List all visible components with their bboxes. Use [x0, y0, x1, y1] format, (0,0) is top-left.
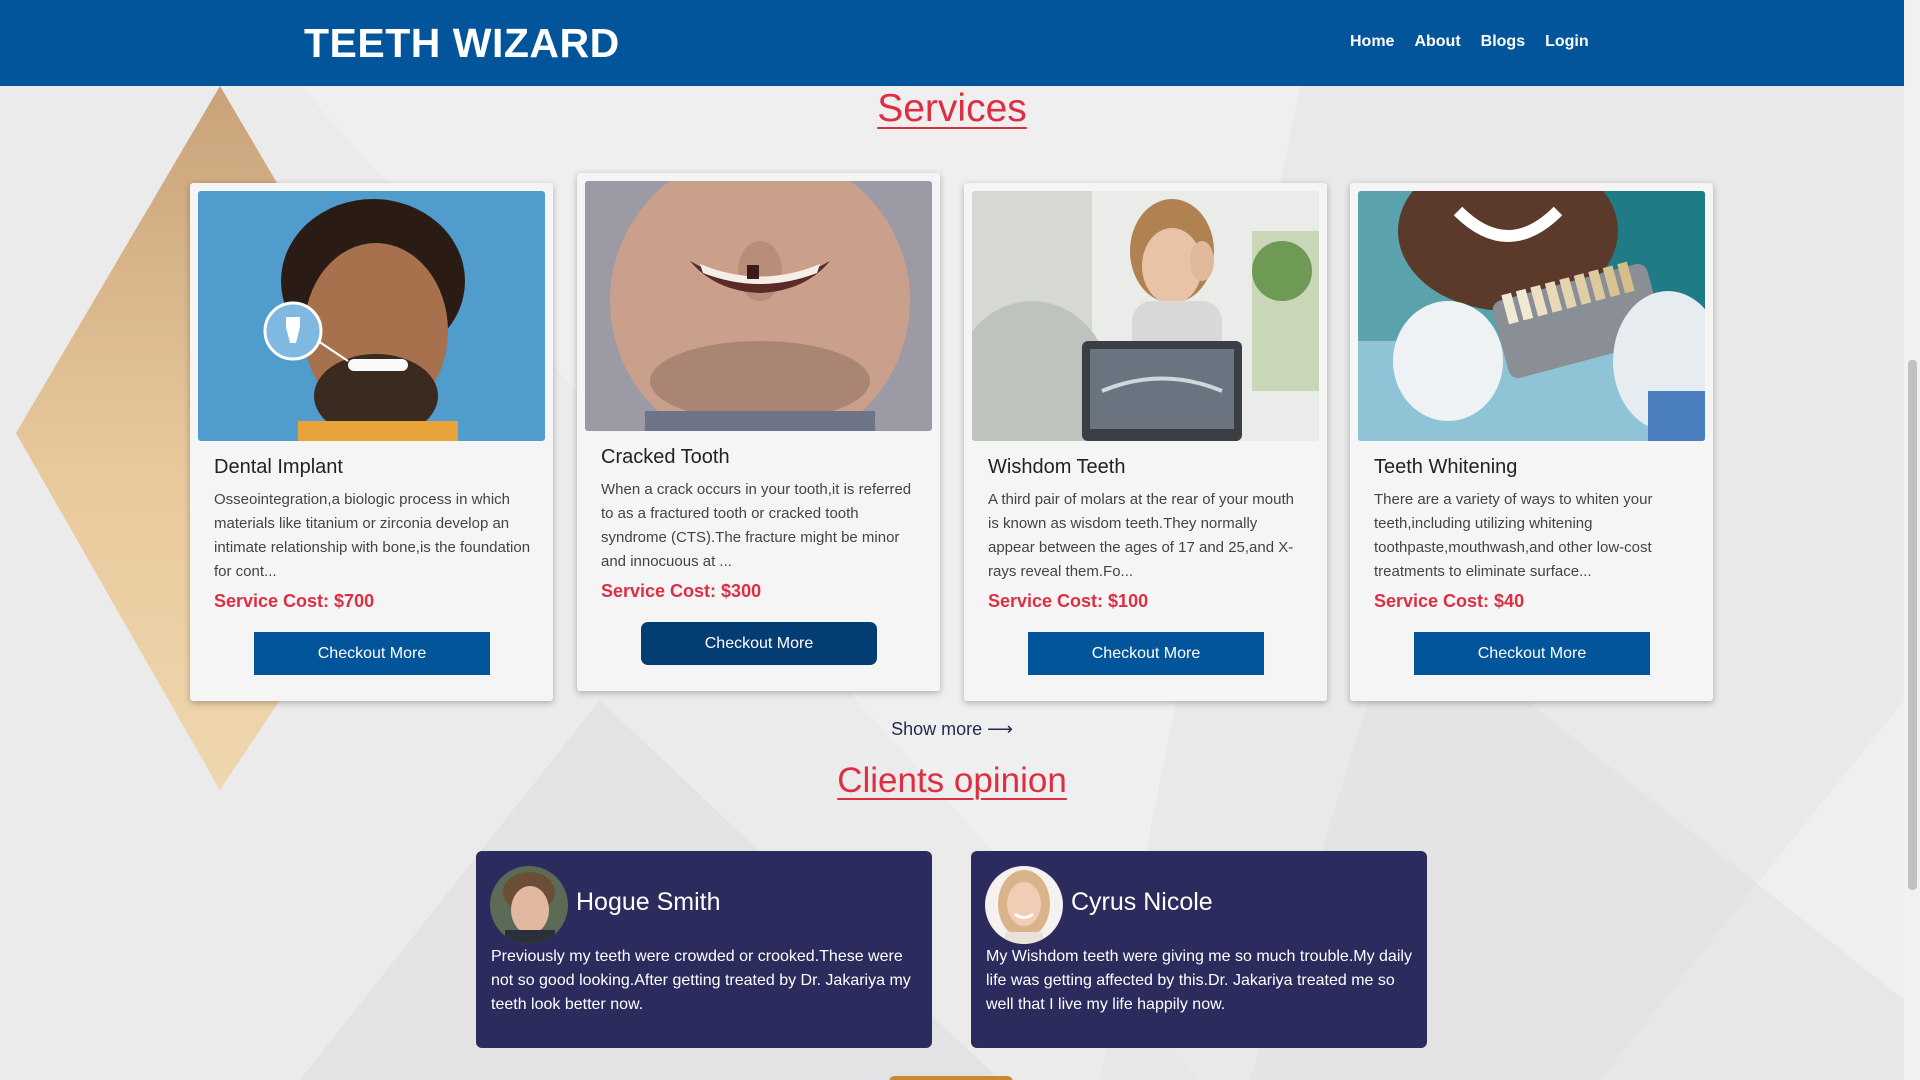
checkout-more-button[interactable]: Checkout More [1028, 632, 1264, 675]
clients-opinion-title: Clients opinion [837, 761, 1067, 800]
card-title: Teeth Whitening [1374, 456, 1518, 478]
client-opinion-card: Hogue Smith Previously my teeth were cro… [476, 851, 932, 1048]
partial-button[interactable] [889, 1076, 1013, 1080]
checkout-more-button[interactable]: Checkout More [254, 632, 490, 675]
card-description: Osseointegration,a biologic process in w… [214, 491, 531, 580]
nav-login[interactable]: Login [1545, 33, 1589, 51]
service-card-wishdom-teeth: Wishdom Teeth A third pair of molars at … [964, 183, 1327, 701]
card-cost: Service Cost: $700 [214, 591, 375, 611]
card-cost: Service Cost: $300 [601, 581, 762, 601]
card-description: A third pair of molars at the rear of yo… [988, 491, 1294, 580]
cracked-tooth-image [585, 181, 932, 431]
checkout-more-button[interactable]: Checkout More [641, 622, 877, 665]
show-more-link[interactable]: Show more ⟶ [0, 719, 1904, 740]
card-cost: Service Cost: $100 [988, 591, 1149, 611]
card-cost: Service Cost: $40 [1374, 591, 1525, 611]
brand-logo[interactable]: TEETH WIZARD [304, 20, 620, 67]
nav-blogs[interactable]: Blogs [1481, 33, 1525, 51]
card-title: Dental Implant [214, 456, 343, 478]
card-title: Cracked Tooth [601, 446, 730, 468]
service-card-dental-implant: Dental Implant Osseointegration,a biolog… [190, 183, 553, 701]
nav-home[interactable]: Home [1350, 33, 1394, 51]
avatar [490, 866, 568, 944]
page-scrollbar[interactable] [1904, 0, 1920, 1080]
client-testimonial: My Wishdom teeth were giving me so much … [986, 948, 1412, 1013]
show-more-label: Show more [891, 719, 983, 739]
dental-implant-image [198, 191, 545, 441]
card-title: Wishdom Teeth [988, 456, 1126, 478]
scrollbar-thumb[interactable] [1908, 360, 1917, 890]
nav-menu: Home About Blogs Login [1350, 33, 1589, 51]
teeth-whitening-image [1358, 191, 1705, 441]
services-title: Services [877, 87, 1027, 130]
navbar: TEETH WIZARD Home About Blogs Login [0, 0, 1904, 86]
avatar [985, 866, 1063, 944]
service-card-teeth-whitening: Teeth Whitening There are a variety of w… [1350, 183, 1713, 701]
service-card-cracked-tooth: Cracked Tooth When a crack occurs in you… [577, 173, 940, 691]
client-opinion-card: Cyrus Nicole My Wishdom teeth were givin… [971, 851, 1427, 1048]
client-name: Cyrus Nicole [1071, 888, 1213, 916]
checkout-more-button[interactable]: Checkout More [1414, 632, 1650, 675]
card-description: When a crack occurs in your tooth,it is … [601, 481, 912, 570]
nav-about[interactable]: About [1414, 33, 1460, 51]
wishdom-teeth-image [972, 191, 1319, 441]
client-testimonial: Previously my teeth were crowded or croo… [491, 948, 911, 1013]
card-description: There are a variety of ways to whiten yo… [1374, 491, 1653, 580]
client-name: Hogue Smith [576, 888, 721, 916]
arrow-right-icon: ⟶ [987, 719, 1013, 739]
